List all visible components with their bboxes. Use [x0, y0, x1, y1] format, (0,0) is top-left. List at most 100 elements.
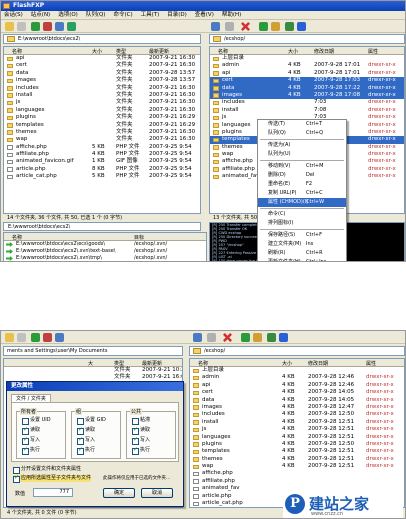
list-item[interactable]: cert 文件夹 2007-9-21 16:30 — [4, 62, 200, 69]
permission-checkbox[interactable]: 执行 — [22, 446, 40, 455]
context-menu-item[interactable]: 建立文件夹(M) Ins — [258, 240, 346, 249]
local-path-bar[interactable]: E:\wwwroot\btdocs\ecs2\ — [3, 34, 201, 44]
remote-path-bar[interactable]: /ecshop/ — [189, 346, 405, 356]
remote-transfer-icon[interactable] — [259, 22, 268, 31]
disconnect-icon[interactable] — [17, 22, 26, 31]
menu-item[interactable]: 查看(V) — [195, 12, 214, 18]
separate-perms-checkbox[interactable]: 分开设置文件和文件夹属性 — [13, 466, 81, 474]
perm-value-input[interactable]: 777 — [33, 488, 73, 497]
permission-checkbox[interactable]: 设置 GID — [77, 417, 106, 425]
list-item[interactable]: affiliate.php 4 KB PHP 文件 2007-9-25 9:54 — [4, 151, 200, 158]
list-item[interactable]: admin 4 KB 2007-9-28 12:46 drwxr-xr-x — [190, 374, 404, 381]
context-menu-item[interactable]: 移动到(V) Ctrl+M — [258, 162, 346, 171]
col-type[interactable]: 类型 — [114, 360, 124, 367]
list-item[interactable]: js 文件夹 2007-9-21 16:30 — [4, 99, 200, 106]
remote-file-list[interactable]: 名称 大小 修改日期 属性 上层目录 admin 4 KB 2007-9-28 12:… — [189, 358, 405, 508]
list-item[interactable]: article.php 8 KB PHP 文件 2007-9-25 9:54 — [4, 166, 200, 173]
remote-path-bar[interactable]: /ecshop/ — [209, 34, 405, 44]
ok-button[interactable]: 确定 — [103, 488, 135, 498]
site-manager-icon[interactable] — [297, 22, 306, 31]
menu-item[interactable]: 站点(N) — [31, 12, 50, 18]
list-item[interactable]: 上层目录 — [210, 55, 404, 62]
context-menu-item[interactable]: 队列(Q) Ctrl+Q — [258, 129, 346, 138]
tab-file-folder[interactable]: 文件 / 文件夹 — [11, 394, 51, 402]
local-path-bar[interactable]: ments and Settings\user\My Documents — [3, 346, 183, 356]
list-item[interactable]: includes 4 KB 2007-9-28 12:50 drwxr-xr-x — [190, 411, 404, 418]
stop-icon[interactable] — [43, 333, 52, 342]
list-item[interactable]: includes 文件夹 2007-9-21 16:30 — [4, 85, 200, 92]
permission-checkbox[interactable]: 执行 — [132, 446, 150, 455]
context-menu-item[interactable]: 命令(C) — [258, 210, 346, 219]
disconnect-icon[interactable] — [17, 333, 26, 342]
list-item[interactable]: plugins 4 KB 2007-9-28 12:50 drwxr-xr-x — [190, 441, 404, 448]
remote-disconnect-icon[interactable] — [207, 333, 216, 342]
col-size[interactable]: 大小 — [282, 360, 292, 367]
stop-icon[interactable] — [43, 22, 52, 31]
cancel-button[interactable]: 取消 — [141, 488, 173, 498]
list-item[interactable]: themes 4 KB 2007-9-28 12:51 drwxr-xr-x — [190, 456, 404, 463]
col-name[interactable]: 名称 — [218, 48, 228, 55]
col-name[interactable]: 名称 — [198, 360, 208, 367]
col-date[interactable]: 修改日期 — [314, 48, 334, 55]
list-item[interactable]: affiche.php 5 KB PHP 文件 2007-9-25 9:54 — [4, 144, 200, 151]
list-item[interactable]: install 文件夹 2007-9-21 16:30 — [4, 92, 200, 99]
local-file-list[interactable]: 名称 大小 类型 最新更新 api 文件夹 2007-9-21 16:30 cert 文… — [3, 46, 201, 214]
list-item[interactable]: 文件夹2007-9-21 10:24 — [4, 367, 182, 374]
list-item[interactable]: cert 4 KB 2007-9-28 17:03 drwxr-xr-x — [210, 77, 404, 85]
remote-connect-icon[interactable] — [193, 333, 202, 342]
list-item[interactable]: affiliate.php — [190, 478, 404, 485]
permission-checkbox[interactable]: 写入 — [22, 436, 40, 445]
list-item[interactable]: themes 文件夹 2007-9-21 16:30 — [4, 129, 200, 136]
remote-disconnect-icon[interactable] — [225, 22, 234, 31]
col-size[interactable]: 大小 — [92, 48, 102, 55]
col-attr[interactable]: 属性 — [368, 48, 378, 55]
list-item[interactable]: images 文件夹 2007-9-28 13:57 — [4, 77, 200, 84]
abort-icon[interactable] — [241, 22, 250, 31]
col-type[interactable]: 类型 — [116, 48, 126, 55]
list-item[interactable]: api 4 KB 2007-9-28 12:46 drwxr-xr-x — [190, 382, 404, 389]
bookmark-icon[interactable] — [253, 333, 262, 342]
list-item[interactable]: data 4 KB 2007-9-28 14:05 drwxr-xr-x — [190, 397, 404, 404]
col-date[interactable]: 最新更新 — [142, 360, 162, 367]
menu-item[interactable]: 命令(C) — [113, 12, 132, 18]
refresh-icon[interactable] — [55, 333, 64, 342]
list-item[interactable]: api 文件夹 2007-9-21 16:30 — [4, 55, 200, 62]
context-menu-item[interactable]: 刷新(R) Ctrl+R — [258, 249, 346, 258]
col-size[interactable]: 大 — [88, 360, 93, 367]
menu-item[interactable]: 会话(S) — [4, 12, 23, 18]
permission-checkbox[interactable]: 设置 UID — [22, 417, 51, 425]
queue-panel[interactable]: 名称 目标 E:\wwwroot\btdocs\ecs2\ecs\goods\ /… — [3, 232, 207, 261]
context-menu-item[interactable]: 更新文件夹(H) Ctrl+Ins — [258, 258, 346, 261]
context-menu-item[interactable]: 复制 URL(P) Ctrl+C — [258, 189, 346, 198]
list-item[interactable]: languages 文件夹 2007-9-21 16:30 — [4, 107, 200, 114]
permission-checkbox[interactable]: 读取 — [22, 426, 40, 435]
list-item[interactable]: article_cat.php 5 KB PHP 文件 2007-9-25 9:54 — [4, 173, 200, 180]
context-menu-item[interactable]: 传送为(A) — [258, 141, 346, 150]
list-item[interactable]: images 4 KB 2007-9-28 12:47 drwxr-xr-x — [190, 404, 404, 411]
transfer-icon[interactable] — [31, 22, 40, 31]
menu-item[interactable]: 选项(O) — [58, 12, 78, 18]
site-manager-icon[interactable] — [279, 333, 288, 342]
permission-checkbox[interactable]: 写入 — [77, 436, 95, 445]
connect-icon[interactable] — [5, 22, 14, 31]
apply-recursive-checkbox[interactable]: 应用所选属性至子文件夹与文件 — [13, 474, 92, 483]
permission-checkbox[interactable]: 读取 — [77, 426, 95, 435]
list-item[interactable]: includes 7:03 drwxr-xr-x — [210, 99, 404, 106]
list-item[interactable]: affiche.php — [190, 470, 404, 477]
list-item[interactable]: install 4 KB 2007-9-28 12:51 drwxr-xr-x — [190, 419, 404, 426]
list-item[interactable]: plugins 文件夹 2007-9-21 16:29 — [4, 114, 200, 121]
menu-item[interactable]: 帮助(H) — [222, 12, 241, 18]
context-menu-item[interactable]: 传送(T) Ctrl+T — [258, 120, 346, 129]
list-item[interactable]: api 4 KB 2007-9-28 17:01 drwxr-xr-x — [210, 70, 404, 77]
remote-refresh-icon[interactable] — [267, 333, 276, 342]
list-item[interactable]: js 4 KB 2007-9-28 12:51 drwxr-xr-x — [190, 426, 404, 433]
menu-item[interactable]: 工具(T) — [141, 12, 160, 18]
remote-connect-icon[interactable] — [211, 22, 220, 31]
context-menu-item[interactable]: 排列图标(I) — [258, 219, 346, 228]
queue-icon[interactable] — [67, 22, 76, 31]
list-item[interactable]: 上层目录 — [190, 367, 404, 374]
context-menu-item[interactable]: 保存路径(S) Ctrl+F — [258, 231, 346, 240]
col-size[interactable]: 大小 — [288, 48, 298, 55]
list-item[interactable]: languages 4 KB 2007-9-28 12:51 drwxr-xr-x — [190, 434, 404, 441]
remote-transfer-icon[interactable] — [241, 333, 250, 342]
